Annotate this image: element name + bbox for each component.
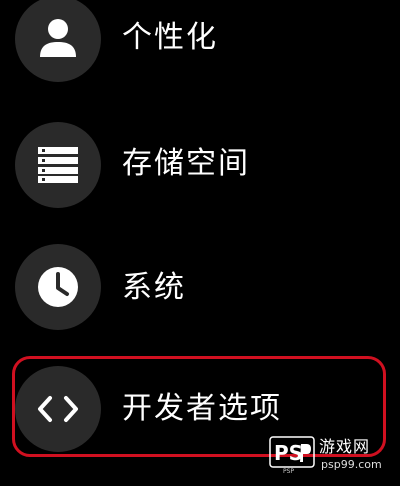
storage-icon-button	[15, 122, 101, 208]
menu-item-system[interactable]: 系统	[0, 240, 400, 350]
menu-item-label: 个性化	[122, 20, 218, 55]
svg-text:PSP: PSP	[283, 468, 294, 474]
site-watermark: PS PSP 游戏网 psp99.com	[269, 435, 395, 479]
menu-item-storage[interactable]: 存储空间	[0, 118, 400, 228]
watermark-url: psp99.com	[321, 458, 382, 471]
code-icon-button	[15, 366, 101, 452]
watermark-site-name: 游戏网	[319, 437, 371, 456]
menu-item-label: 开发者选项	[122, 391, 282, 426]
menu-item-label: 系统	[122, 270, 186, 305]
code-icon	[38, 396, 78, 422]
person-icon	[40, 19, 76, 57]
menu-item-label: 存储空间	[122, 146, 250, 181]
person-icon-button	[15, 0, 101, 82]
clock-icon	[38, 267, 78, 307]
menu-item-personalization[interactable]: 个性化	[0, 0, 400, 102]
storage-icon	[38, 147, 78, 183]
psp-logo-icon: PS PSP	[269, 436, 315, 474]
clock-icon-button	[15, 244, 101, 330]
svg-text:PS: PS	[274, 441, 303, 465]
